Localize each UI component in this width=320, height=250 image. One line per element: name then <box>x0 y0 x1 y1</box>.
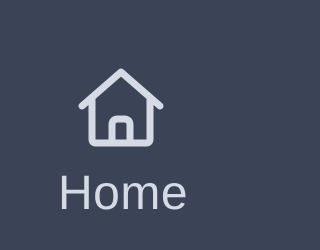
nav-item-label: Home <box>57 167 189 220</box>
nav-item-home[interactable]: Home <box>0 0 246 250</box>
home-icon <box>77 66 165 148</box>
